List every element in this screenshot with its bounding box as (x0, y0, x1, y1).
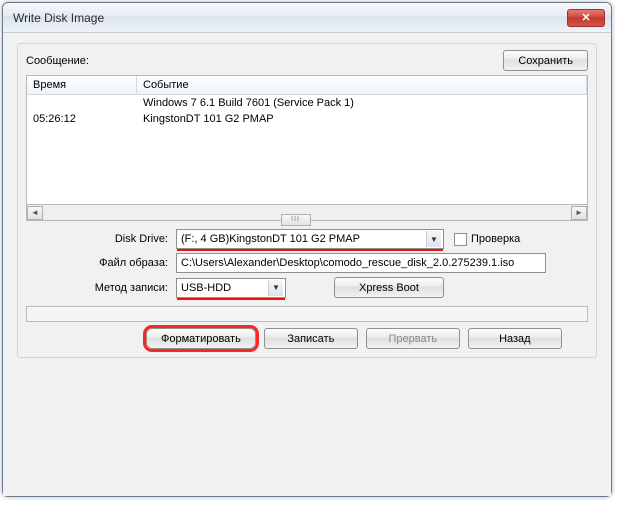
scroll-left-arrow[interactable]: ◄ (27, 206, 43, 220)
abort-button[interactable]: Прервать (366, 328, 460, 349)
verify-checkbox-wrap[interactable]: Проверка (454, 233, 520, 246)
write-method-label: Метод записи: (26, 282, 176, 294)
table-row: 05:26:12 KingstonDT 101 G2 PMAP (27, 111, 587, 127)
write-method-select[interactable]: USB-HDD ▼ (176, 278, 286, 298)
disk-drive-select[interactable]: (F:, 4 GB)KingstonDT 101 G2 PMAP ▼ (176, 229, 444, 249)
table-row: Windows 7 6.1 Build 7601 (Service Pack 1… (27, 95, 587, 111)
window-frame: Write Disk Image ✕ Сообщение: Сохранить … (2, 2, 612, 497)
scroll-thumb[interactable]: III (281, 214, 311, 226)
message-label: Сообщение: (26, 55, 503, 67)
log-header: Время Событие (27, 76, 587, 95)
cell-time: 05:26:12 (27, 112, 137, 126)
cell-time (27, 96, 137, 110)
write-method-value: USB-HDD (181, 282, 268, 294)
chevron-down-icon: ▼ (268, 280, 283, 296)
format-button[interactable]: Форматировать (146, 328, 256, 349)
progress-bar (26, 306, 588, 322)
cell-event: KingstonDT 101 G2 PMAP (137, 112, 587, 126)
close-icon: ✕ (581, 11, 590, 24)
xpress-boot-button[interactable]: Xpress Boot (334, 277, 444, 298)
scroll-right-arrow[interactable]: ► (571, 206, 587, 220)
verify-checkbox[interactable] (454, 233, 467, 246)
horizontal-scrollbar[interactable]: ◄ III ► (26, 205, 588, 221)
chevron-left-icon: ◄ (31, 208, 39, 217)
titlebar[interactable]: Write Disk Image ✕ (3, 3, 611, 33)
log-table: Время Событие Windows 7 6.1 Build 7601 (… (26, 75, 588, 205)
image-file-label: Файл образа: (26, 257, 176, 269)
col-time-header[interactable]: Время (27, 76, 137, 94)
window-body: Сообщение: Сохранить Время Событие Windo… (3, 33, 611, 496)
image-file-input[interactable] (176, 253, 546, 273)
cell-event: Windows 7 6.1 Build 7601 (Service Pack 1… (137, 96, 587, 110)
back-button[interactable]: Назад (468, 328, 562, 349)
chevron-down-icon: ▼ (426, 231, 441, 247)
chevron-right-icon: ► (575, 208, 583, 217)
window-title: Write Disk Image (13, 11, 104, 25)
log-rows[interactable]: Windows 7 6.1 Build 7601 (Service Pack 1… (27, 95, 587, 204)
disk-drive-value: (F:, 4 GB)KingstonDT 101 G2 PMAP (181, 233, 426, 245)
disk-drive-label: Disk Drive: (26, 233, 176, 245)
close-button[interactable]: ✕ (567, 9, 605, 27)
verify-label: Проверка (471, 233, 520, 245)
write-button[interactable]: Записать (264, 328, 358, 349)
col-event-header[interactable]: Событие (137, 76, 587, 94)
save-button[interactable]: Сохранить (503, 50, 588, 71)
message-group: Сообщение: Сохранить Время Событие Windo… (17, 43, 597, 358)
button-row: Форматировать Записать Прервать Назад (26, 328, 588, 349)
